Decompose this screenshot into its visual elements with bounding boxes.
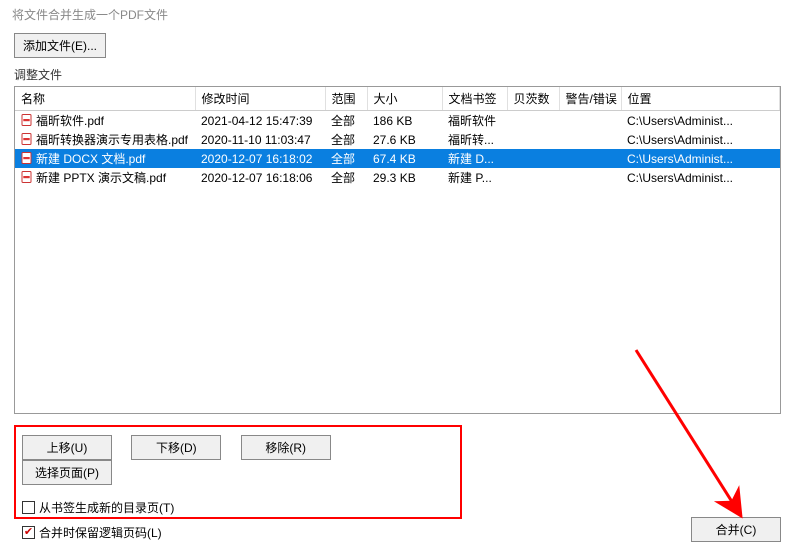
col-name[interactable]: 名称 bbox=[15, 87, 195, 111]
cell-location: C:\Users\Administ... bbox=[621, 130, 780, 149]
col-size[interactable]: 大小 bbox=[367, 87, 442, 111]
pdf-file-icon bbox=[21, 114, 33, 126]
pdf-file-icon bbox=[21, 133, 33, 145]
cell-size: 27.6 KB bbox=[367, 130, 442, 149]
cell-range: 全部 bbox=[325, 130, 367, 149]
remove-button[interactable]: 移除(R) bbox=[241, 435, 331, 460]
cell-warn bbox=[559, 130, 621, 149]
file-table: 名称 修改时间 范围 大小 文档书签 贝茨数 警告/错误 位置 福昕软件.pdf… bbox=[14, 86, 781, 414]
table-row[interactable]: 新建 PPTX 演示文稿.pdf2020-12-07 16:18:06全部29.… bbox=[15, 168, 780, 187]
col-modified[interactable]: 修改时间 bbox=[195, 87, 325, 111]
pdf-file-icon bbox=[21, 152, 33, 164]
cell-bates bbox=[507, 149, 559, 168]
cell-bookmark: 新建 P... bbox=[442, 168, 507, 187]
cell-modified: 2020-12-07 16:18:06 bbox=[195, 168, 325, 187]
cell-name: 新建 DOCX 文档.pdf bbox=[15, 149, 195, 168]
cell-name: 福昕转换器演示专用表格.pdf bbox=[15, 130, 195, 149]
cell-range: 全部 bbox=[325, 149, 367, 168]
col-bates[interactable]: 贝茨数 bbox=[507, 87, 559, 111]
keep-logical-label: 合并时保留逻辑页码(L) bbox=[39, 524, 162, 541]
controls-box: 上移(U) 下移(D) 移除(R) 选择页面(P) 从书签生成新的目录页(T) … bbox=[14, 425, 462, 519]
cell-bates bbox=[507, 130, 559, 149]
cell-bates bbox=[507, 168, 559, 187]
table-row[interactable]: 福昕转换器演示专用表格.pdf2020-11-10 11:03:47全部27.6… bbox=[15, 130, 780, 149]
gen-toc-checkbox[interactable] bbox=[22, 501, 35, 514]
col-range[interactable]: 范围 bbox=[325, 87, 367, 111]
cell-modified: 2021-04-12 15:47:39 bbox=[195, 111, 325, 131]
adjust-files-label: 调整文件 bbox=[0, 66, 795, 86]
cell-warn bbox=[559, 149, 621, 168]
gen-toc-label: 从书签生成新的目录页(T) bbox=[39, 499, 174, 516]
cell-size: 67.4 KB bbox=[367, 149, 442, 168]
cell-location: C:\Users\Administ... bbox=[621, 149, 780, 168]
pdf-file-icon bbox=[21, 171, 33, 183]
col-location[interactable]: 位置 bbox=[621, 87, 780, 111]
cell-name: 福昕软件.pdf bbox=[15, 111, 195, 131]
keep-logical-checkbox[interactable]: ✔ bbox=[22, 526, 35, 539]
window-title: 将文件合并生成一个PDF文件 bbox=[0, 0, 795, 33]
cell-size: 29.3 KB bbox=[367, 168, 442, 187]
add-file-button[interactable]: 添加文件(E)... bbox=[14, 33, 106, 58]
cell-warn bbox=[559, 111, 621, 131]
move-down-button[interactable]: 下移(D) bbox=[131, 435, 221, 460]
cell-bookmark: 福昕软件 bbox=[442, 111, 507, 131]
cell-range: 全部 bbox=[325, 168, 367, 187]
col-bookmark[interactable]: 文档书签 bbox=[442, 87, 507, 111]
cell-bates bbox=[507, 111, 559, 131]
cell-modified: 2020-11-10 11:03:47 bbox=[195, 130, 325, 149]
cell-modified: 2020-12-07 16:18:02 bbox=[195, 149, 325, 168]
select-pages-button[interactable]: 选择页面(P) bbox=[22, 460, 112, 485]
col-warn[interactable]: 警告/错误 bbox=[559, 87, 621, 111]
table-row[interactable]: 新建 DOCX 文档.pdf2020-12-07 16:18:02全部67.4 … bbox=[15, 149, 780, 168]
table-row[interactable]: 福昕软件.pdf2021-04-12 15:47:39全部186 KB福昕软件 C… bbox=[15, 111, 780, 131]
cell-bookmark: 福昕转... bbox=[442, 130, 507, 149]
cell-location: C:\Users\Administ... bbox=[621, 168, 780, 187]
cell-size: 186 KB bbox=[367, 111, 442, 131]
cell-location: C:\Users\Administ... bbox=[621, 111, 780, 131]
cell-name: 新建 PPTX 演示文稿.pdf bbox=[15, 168, 195, 187]
merge-button[interactable]: 合并(C) bbox=[691, 517, 781, 542]
move-up-button[interactable]: 上移(U) bbox=[22, 435, 112, 460]
cell-warn bbox=[559, 168, 621, 187]
cell-bookmark: 新建 D... bbox=[442, 149, 507, 168]
table-header-row: 名称 修改时间 范围 大小 文档书签 贝茨数 警告/错误 位置 bbox=[15, 87, 780, 111]
cell-range: 全部 bbox=[325, 111, 367, 131]
